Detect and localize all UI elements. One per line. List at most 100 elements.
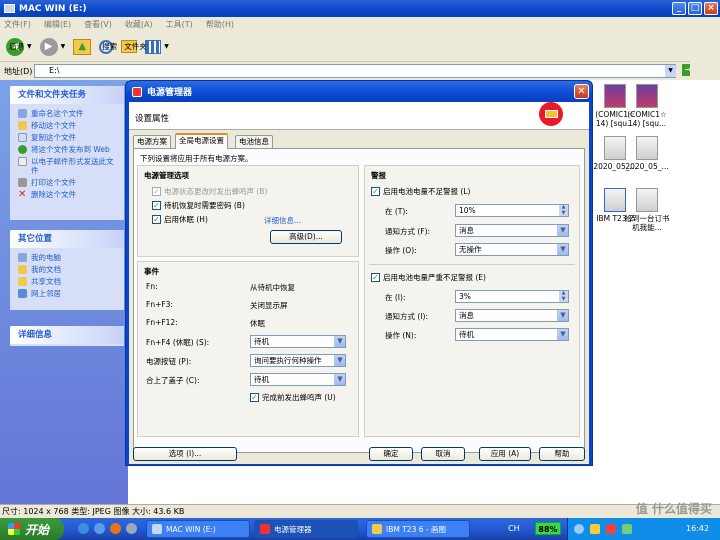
event-fn-value: 从待机中恢复 (250, 283, 295, 292)
address-dropdown-icon[interactable]: ▼ (665, 65, 676, 77)
enable-hibernate-checkbox[interactable]: ✓ 启用休眠 (H) (152, 214, 208, 225)
move-icon (18, 121, 27, 130)
lid-close-select[interactable]: 待机 ▼ (250, 373, 346, 386)
forward-button[interactable]: ▶ ▼ (39, 37, 65, 56)
low-at-spinner[interactable]: 10% ▲ ▼ (455, 204, 569, 217)
task-copy[interactable]: 复制这个文件 (10, 131, 124, 143)
tray-icon[interactable] (606, 524, 616, 534)
critical-notify-label: 通知方式 (I): (385, 312, 428, 321)
critical-battery-alarm-checkbox[interactable]: ✓ 启用电池电量严重不足警报 (E) (371, 272, 486, 283)
file-item[interactable]: 2020_05_... (622, 136, 672, 171)
address-input[interactable]: E:\ (34, 64, 676, 78)
tab-global-settings[interactable]: 全局电源设置 (175, 133, 228, 149)
up-folder-button[interactable]: ▲ (73, 38, 92, 55)
power-manager-dialog: 电源管理器 ✕ 设置属性 电源方案 全局电源设置 电池信息 下列设置将应用于所有… (125, 80, 593, 466)
image-file-icon (636, 136, 658, 160)
views-button[interactable]: ▼ (145, 39, 169, 54)
place-my-documents[interactable]: 我的文档 (10, 263, 124, 275)
explorer-title-bar[interactable]: MAC WIN (E:) _ □ × (0, 0, 720, 17)
quicklaunch-media-icon[interactable] (110, 523, 121, 534)
search-button[interactable]: 搜索 (99, 39, 117, 54)
low-battery-alarm-checkbox[interactable]: ✓ 启用电池电量不足警报 (L) (371, 186, 470, 197)
file-item[interactable]: 拾到一台订书机我能... (622, 188, 672, 232)
task-explorer[interactable]: MAC WIN (E:) (146, 520, 250, 538)
file-tasks-heading[interactable]: 文件和文件夹任务 (10, 86, 124, 104)
task-power-manager[interactable]: 电源管理器 (254, 520, 358, 538)
event-fn-f3-label: Fn+F3: (146, 300, 173, 309)
forward-arrow-icon: ▶ (39, 37, 58, 56)
password-on-resume-checkbox[interactable]: ✓ 待机恢复时需要密码 (B) (152, 200, 245, 211)
details-heading[interactable]: 详细信息 (10, 326, 124, 344)
menu-view[interactable]: 查看(V) (84, 19, 112, 30)
battery-indicator[interactable]: 88% (535, 522, 561, 535)
maximize-button[interactable]: □ (688, 2, 702, 15)
rar-archive-icon (636, 84, 658, 108)
copy-icon (18, 133, 27, 142)
critical-at-spinner[interactable]: 3% ▲ ▼ (455, 290, 569, 303)
task-rename[interactable]: 重命名这个文件 (10, 107, 124, 119)
back-button[interactable]: ◀ 后退 ▼ (6, 37, 32, 56)
computer-icon (18, 253, 27, 262)
chevron-down-icon: ▼ (557, 329, 568, 340)
task-delete[interactable]: ✕ 删除这个文件 (10, 188, 124, 200)
critical-notify-select[interactable]: 消息 ▼ (455, 309, 569, 322)
task-publish-web[interactable]: 将这个文件发布到 Web (10, 143, 124, 155)
fn-f4-select[interactable]: 待机 ▼ (250, 335, 346, 348)
clock[interactable]: 16:42 (686, 524, 709, 533)
drive-icon (152, 524, 162, 534)
dialog-close-button[interactable]: ✕ (574, 84, 589, 99)
power-icon (260, 524, 270, 534)
place-shared-documents[interactable]: 共享文档 (10, 275, 124, 287)
close-button[interactable]: × (704, 2, 718, 15)
low-notify-select[interactable]: 消息 ▼ (455, 224, 569, 237)
task-paint[interactable]: IBM T23 6 - 画图 (366, 520, 470, 538)
options-button[interactable]: 选项 (I)... (133, 447, 237, 461)
quicklaunch-more-icon[interactable] (126, 523, 137, 534)
low-action-select[interactable]: 无操作 ▼ (455, 243, 569, 256)
quicklaunch-ie-icon[interactable] (78, 523, 89, 534)
language-indicator[interactable]: CH (508, 524, 520, 533)
tray-icon[interactable] (574, 524, 584, 534)
minimize-button[interactable]: _ (672, 2, 686, 15)
task-move[interactable]: 移动这个文件 (10, 119, 124, 131)
menu-help[interactable]: 帮助(H) (206, 19, 234, 30)
dialog-header: 设置属性 (129, 102, 589, 130)
task-email[interactable]: 以电子邮件形式发送此文件 (10, 155, 124, 176)
menu-favorites[interactable]: 收藏(A) (125, 19, 153, 30)
low-at-label: 在 (T): (385, 207, 408, 216)
menu-file[interactable]: 文件(F) (4, 19, 31, 30)
dialog-title-bar[interactable]: 电源管理器 ✕ (126, 81, 592, 102)
task-print[interactable]: 打印这个文件 (10, 176, 124, 188)
advanced-button[interactable]: 高级(D)... (270, 230, 342, 244)
apply-button[interactable]: 应用 (A) (479, 447, 531, 461)
tray-icon[interactable] (622, 524, 632, 534)
tab-power-schemes[interactable]: 电源方案 (133, 135, 171, 148)
folders-button[interactable]: 文件夹 (121, 40, 147, 53)
chevron-down-icon: ▼ (557, 225, 568, 236)
place-network[interactable]: 网上邻居 (10, 287, 124, 299)
menu-tools[interactable]: 工具(T) (166, 19, 193, 30)
events-group: 事件 Fn: 从待机中恢复 Fn+F3: 关闭显示屏 Fn+F12: 休眠 Fn… (137, 261, 359, 437)
explorer-title: MAC WIN (E:) (19, 3, 87, 14)
power-button-select[interactable]: 询问要执行何种操作 ▼ (250, 354, 346, 367)
ok-button[interactable]: 确定 (369, 447, 413, 461)
tray-icon[interactable] (590, 524, 600, 534)
critical-action-label: 操作 (N): (385, 331, 417, 340)
paint-icon (372, 524, 382, 534)
menu-edit[interactable]: 编辑(E) (44, 19, 71, 30)
start-button[interactable]: 开始 (0, 518, 64, 540)
battery-power-icon (539, 102, 563, 126)
critical-action-select[interactable]: 待机 ▼ (455, 328, 569, 341)
cancel-button[interactable]: 取消 (421, 447, 465, 461)
power-options-heading: 电源管理选项 (144, 171, 189, 180)
file-item[interactable]: (COMIC1☆ 14) [squ... (622, 84, 672, 128)
help-button[interactable]: 帮助 (539, 447, 585, 461)
beep-before-complete-checkbox[interactable]: ✓ 完成前发出蜂鸣声 (U) (250, 392, 336, 403)
place-my-computer[interactable]: 我的电脑 (10, 251, 124, 263)
other-places-heading[interactable]: 其它位置 (10, 230, 124, 248)
quicklaunch-desktop-icon[interactable] (94, 523, 105, 534)
tab-description: 下列设置将应用于所有电源方案。 (140, 154, 253, 163)
tab-battery-info[interactable]: 电池信息 (235, 135, 273, 148)
toolbar: ◀ 后退 ▼ ▶ ▼ ▲ 搜索 文件夹 ▼ (0, 32, 720, 62)
details-link[interactable]: 详细信息... (264, 215, 301, 226)
